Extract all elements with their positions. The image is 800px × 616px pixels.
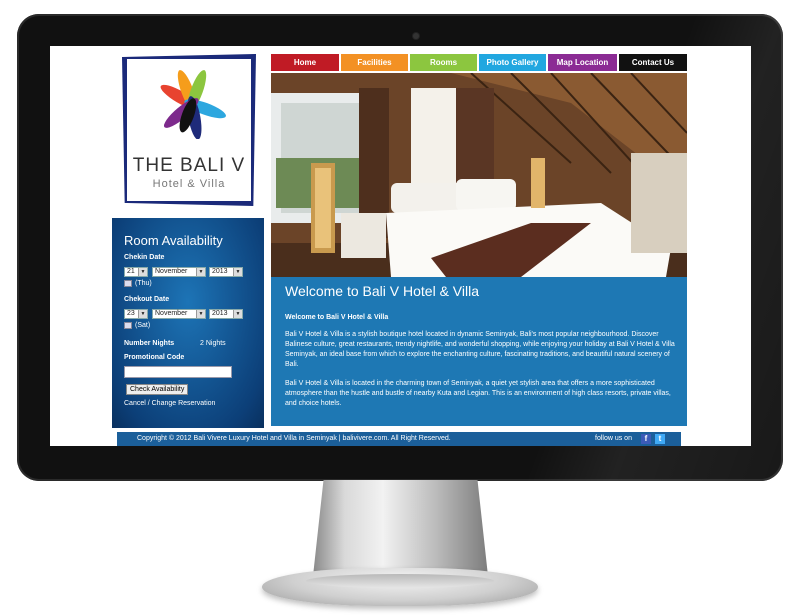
checkout-calendar-icon[interactable] [124,322,132,329]
nights-value: 2 Nights [200,340,226,347]
hero-bedroom-image [271,73,687,277]
welcome-paragraph-2: Bali V Hotel & Villa is located in the c… [285,380,671,407]
cancel-reservation-link[interactable]: Cancel / Change Reservation [124,400,215,407]
room-availability-panel: Room Availability Chekin Date 21 ▼ Novem… [112,218,264,428]
promo-label: Promotional Code [124,354,185,361]
checkout-day-select[interactable]: 23 ▼ [124,309,148,319]
follow-us-label: follow us on [595,435,632,442]
promo-code-input[interactable] [124,366,232,378]
checkout-year-value: 2013 [212,310,228,317]
nav-photo-gallery[interactable]: Photo Gallery [479,54,546,71]
welcome-paragraph-1: Bali V Hotel & Villa is a stylish boutiq… [285,331,675,368]
main-navigation: Home Facilities Rooms Photo Gallery Map … [271,54,687,71]
chevron-down-icon: ▼ [138,268,147,276]
monitor-stand-neck [313,480,488,576]
site-logo[interactable]: THE BALI V Hotel & Villa [122,54,256,206]
twitter-icon[interactable]: t [655,434,665,444]
chevron-down-icon: ▼ [138,310,147,318]
checkout-label: Chekout Date [124,296,170,303]
welcome-heading: Welcome to Bali V Hotel & Villa [285,283,480,299]
nav-contact-us[interactable]: Contact Us [619,54,687,71]
checkout-month-select[interactable]: November ▼ [152,309,206,319]
copyright-text: Copyright © 2012 Bali Vivere Luxury Hote… [137,435,451,442]
checkin-calendar-icon[interactable] [124,280,132,287]
checkin-weekday: (Thu) [135,280,152,287]
facebook-icon[interactable]: f [641,434,651,444]
logo-subtitle: Hotel & Villa [152,178,226,190]
nav-map-location[interactable]: Map Location [548,54,617,71]
site-footer: Copyright © 2012 Bali Vivere Luxury Hote… [117,432,681,446]
checkout-month-value: November [155,310,188,317]
checkin-month-value: November [155,268,188,275]
chevron-down-icon: ▼ [233,310,242,318]
chevron-down-icon: ▼ [196,268,205,276]
checkout-year-select[interactable]: 2013 ▼ [209,309,243,319]
checkin-year-select[interactable]: 2013 ▼ [209,267,243,277]
nav-facilities[interactable]: Facilities [341,54,408,71]
nav-rooms[interactable]: Rooms [410,54,477,71]
nights-label: Number Nights [124,340,175,347]
checkout-weekday: (Sat) [135,322,151,329]
checkin-day-select[interactable]: 21 ▼ [124,267,148,277]
welcome-subheading: Welcome to Bali V Hotel & Villa [285,314,389,321]
checkin-label: Chekin Date [124,254,165,261]
bedroom-photo [271,73,687,277]
checkin-year-value: 2013 [212,268,228,275]
monitor-stand-base-top [306,574,494,588]
availability-title: Room Availability [124,233,223,248]
checkin-month-select[interactable]: November ▼ [152,267,206,277]
nav-home[interactable]: Home [271,54,339,71]
flower-logo-icon [160,70,226,139]
check-availability-button[interactable]: Check Availability [126,384,189,395]
welcome-section: Welcome to Bali V Hotel & Villa Welcome … [271,277,687,426]
logo-title: THE BALI V [132,155,246,176]
website-screen: THE BALI V Hotel & Villa Home Facilities… [50,46,751,446]
webcam [413,33,419,39]
chevron-down-icon: ▼ [196,310,205,318]
chevron-down-icon: ▼ [233,268,242,276]
checkin-day-value: 21 [127,268,135,275]
checkout-day-value: 23 [127,310,135,317]
